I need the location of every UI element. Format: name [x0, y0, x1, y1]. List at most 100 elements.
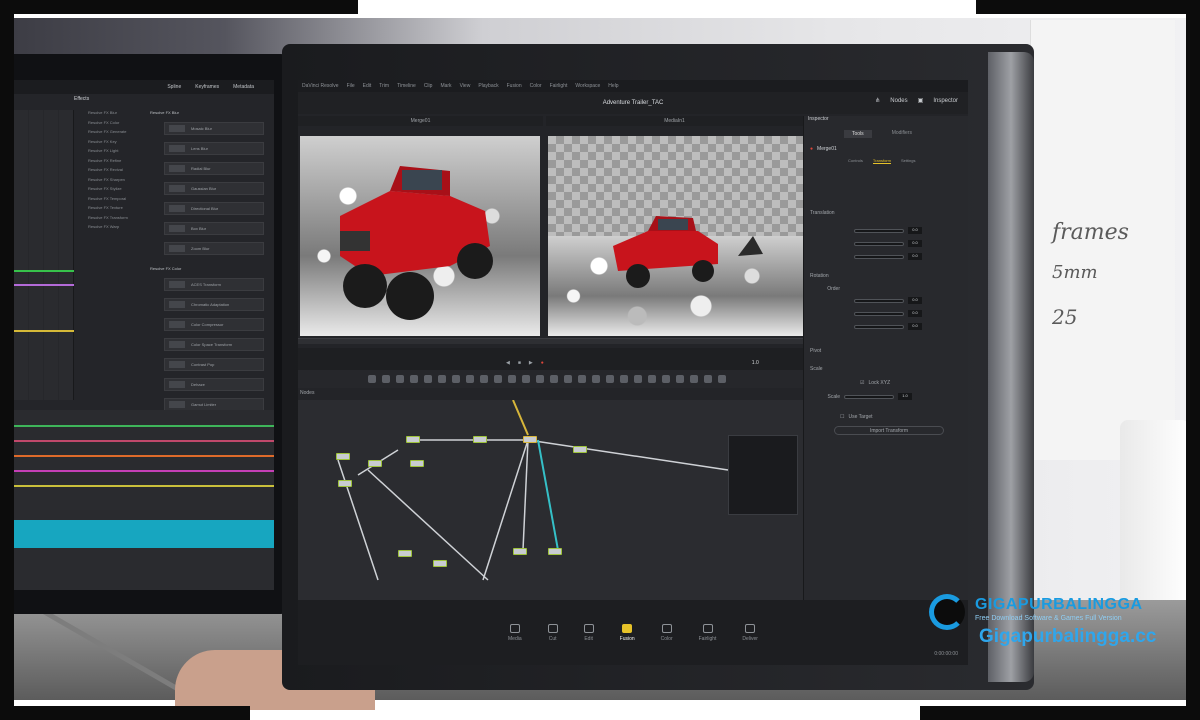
effects-category[interactable]: Resolve FX Light — [84, 148, 159, 158]
timeline-ruler[interactable] — [298, 338, 803, 344]
node-10[interactable] — [398, 550, 412, 557]
page-tab-edit[interactable]: Edit — [583, 623, 594, 642]
play-reverse-icon[interactable]: ◀ — [506, 360, 510, 366]
node-5[interactable] — [410, 460, 424, 467]
metadata-tab[interactable]: Metadata — [233, 84, 254, 90]
fusion-tool-icon[interactable] — [662, 375, 670, 383]
stop-icon[interactable]: ■ — [518, 360, 521, 366]
fusion-tool-icon[interactable] — [564, 375, 572, 383]
effects-category[interactable]: Resolve FX Key — [84, 139, 159, 149]
effect-item[interactable]: Mosaic Blur — [164, 122, 264, 135]
fusion-tool-icon[interactable] — [396, 375, 404, 383]
effect-item[interactable]: Contrast Pop — [164, 358, 264, 371]
effect-item[interactable]: Zoom Blur — [164, 242, 264, 255]
subtab-transform[interactable]: Transform — [872, 158, 891, 164]
menu-item[interactable]: Playback — [478, 83, 498, 89]
subtab-settings[interactable]: Settings — [901, 158, 915, 164]
page-tab-deliver[interactable]: Deliver — [742, 623, 758, 642]
menu-item[interactable]: Edit — [363, 83, 372, 89]
translation-section[interactable]: Translation — [810, 208, 960, 217]
menu-item[interactable]: Mark — [440, 83, 451, 89]
record-icon[interactable]: ● — [541, 360, 544, 366]
viewer-right[interactable] — [548, 136, 803, 336]
fusion-tool-icon[interactable] — [578, 375, 586, 383]
effects-category[interactable]: Resolve FX Texture — [84, 205, 159, 215]
tab-tools[interactable]: Tools — [844, 130, 872, 138]
fusion-tool-icon[interactable] — [704, 375, 712, 383]
fusion-tool-icon[interactable] — [536, 375, 544, 383]
effects-category[interactable]: Resolve FX Revival — [84, 167, 159, 177]
node-6[interactable] — [473, 436, 487, 443]
effects-category[interactable]: Resolve FX Transform — [84, 215, 159, 225]
use-target-checkbox[interactable]: ☐ — [840, 414, 844, 420]
fusion-tool-icon[interactable] — [466, 375, 474, 383]
menu-item[interactable]: Clip — [424, 83, 433, 89]
fusion-tool-icon[interactable] — [382, 375, 390, 383]
inspector-icon[interactable]: ▣ — [918, 97, 924, 104]
spline-tab[interactable]: Spline — [167, 84, 181, 90]
translation-y[interactable]: 0.0 — [810, 239, 960, 248]
watermark-url[interactable]: Gigapurbalingga.cc — [979, 626, 1156, 648]
fusion-tool-icon[interactable] — [690, 375, 698, 383]
effects-category[interactable]: Resolve FX Blur — [84, 110, 159, 120]
fusion-tool-icon[interactable] — [452, 375, 460, 383]
translation-z[interactable]: 0.0 — [810, 252, 960, 261]
menu-item[interactable]: Fairlight — [550, 83, 568, 89]
menu-item[interactable]: Color — [530, 83, 542, 89]
effects-category[interactable]: Resolve FX Temporal — [84, 196, 159, 206]
fusion-tool-icon[interactable] — [522, 375, 530, 383]
node-11[interactable] — [433, 560, 447, 567]
fusion-tool-icon[interactable] — [592, 375, 600, 383]
effect-item[interactable]: Dehaze — [164, 378, 264, 391]
page-tab-fusion[interactable]: Fusion — [620, 623, 635, 642]
node-8[interactable] — [513, 548, 527, 555]
rotation-y-value[interactable]: 0.0 — [908, 310, 922, 317]
node-minimap[interactable] — [728, 435, 798, 515]
fusion-tool-icon[interactable] — [424, 375, 432, 383]
effects-category[interactable]: Resolve FX Stylize — [84, 186, 159, 196]
fusion-tool-icon[interactable] — [438, 375, 446, 383]
effects-category[interactable]: Resolve FX Refine — [84, 158, 159, 168]
fusion-tool-icon[interactable] — [508, 375, 516, 383]
effects-category[interactable]: Resolve FX Sharpen — [84, 177, 159, 187]
fusion-tool-icon[interactable] — [620, 375, 628, 383]
rotation-z[interactable]: 0.0 — [810, 322, 960, 331]
node-flow[interactable] — [298, 400, 803, 600]
menu-item[interactable]: Help — [608, 83, 618, 89]
menu-item[interactable]: File — [347, 83, 355, 89]
lock-xyz[interactable]: ☑ Lock XYZ — [810, 378, 960, 387]
node-7[interactable] — [573, 446, 587, 453]
rotation-z-value[interactable]: 0.0 — [908, 323, 922, 330]
nodes-button[interactable]: Nodes — [890, 98, 907, 104]
translation-y-value[interactable]: 0.0 — [908, 240, 922, 247]
inspector-button[interactable]: Inspector — [933, 98, 958, 104]
fusion-tool-icon[interactable] — [480, 375, 488, 383]
effect-item[interactable]: Radial Blur — [164, 162, 264, 175]
effect-item[interactable]: Directional Blur — [164, 202, 264, 215]
tab-modifiers[interactable]: Modifiers — [892, 130, 912, 138]
translation-x-value[interactable]: 0.0 — [908, 227, 922, 234]
rotation-section[interactable]: Rotation — [810, 271, 960, 280]
page-tab-cut[interactable]: Cut — [547, 623, 558, 642]
translation-z-value[interactable]: 0.0 — [908, 253, 922, 260]
fusion-tool-icon[interactable] — [676, 375, 684, 383]
node-3[interactable] — [338, 480, 352, 487]
effect-item[interactable]: Color Space Transform — [164, 338, 264, 351]
effects-category[interactable]: Resolve FX Warp — [84, 224, 159, 234]
fusion-tool-icon[interactable] — [494, 375, 502, 383]
menu-item[interactable]: Workspace — [575, 83, 600, 89]
fusion-tool-icon[interactable] — [410, 375, 418, 383]
rotation-x[interactable]: 0.0 — [810, 296, 960, 305]
fusion-tool-icon[interactable] — [634, 375, 642, 383]
keyframe-area[interactable] — [14, 410, 274, 590]
rotation-x-value[interactable]: 0.0 — [908, 297, 922, 304]
fusion-tool-icon[interactable] — [718, 375, 726, 383]
effect-item[interactable]: Color Compressor — [164, 318, 264, 331]
page-tab-fairlight[interactable]: Fairlight — [699, 623, 716, 642]
keyframes-tab[interactable]: Keyframes — [195, 84, 219, 90]
zoom-value[interactable]: 1.0 — [752, 360, 759, 366]
node-merge[interactable] — [523, 436, 537, 443]
effects-category[interactable]: Resolve FX Generate — [84, 129, 159, 139]
node-9[interactable] — [548, 548, 562, 555]
fusion-tool-icon[interactable] — [606, 375, 614, 383]
